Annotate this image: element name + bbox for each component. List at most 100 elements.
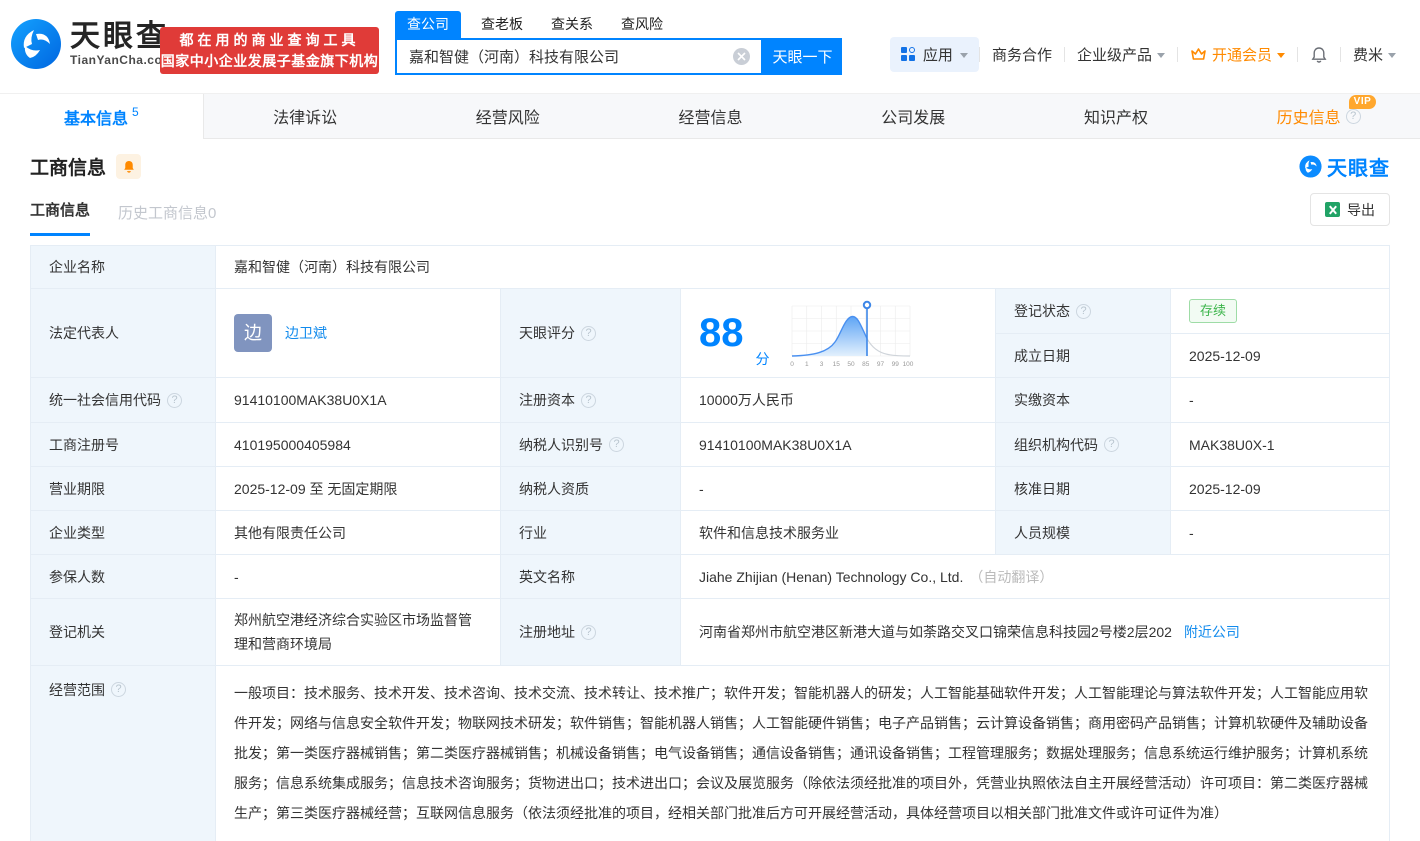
divider (979, 47, 980, 62)
field-value-reg-status: 存续 (1171, 289, 1390, 334)
promo-line2: 国家中小企业发展子基金旗下机构 (160, 51, 379, 71)
field-label-business-scope: 经营范围 (31, 666, 216, 841)
field-value-reg-authority: 郑州航空港经济综合实验区市场监督管理和营商环境局 (216, 599, 501, 666)
field-value-credit-code: 91410100MAK38U0X1A (216, 378, 501, 423)
help-icon[interactable] (1346, 109, 1361, 124)
main-tabbar: 基本信息 5 法律诉讼 经营风险 经营信息 公司发展 知识产权 历史信息 VIP (0, 93, 1420, 139)
brand-name: 天眼查 (70, 21, 173, 53)
svg-text:1: 1 (804, 361, 808, 368)
section-title: 工商信息 (30, 153, 106, 180)
legal-rep-link[interactable]: 边卫斌 (285, 322, 327, 344)
help-icon[interactable] (581, 393, 596, 408)
help-icon[interactable] (1076, 304, 1091, 319)
clear-search-icon[interactable] (733, 48, 750, 65)
crown-icon (1190, 47, 1207, 62)
notification-bell[interactable] (1310, 46, 1328, 64)
field-value-reg-number: 410195000405984 (216, 423, 501, 467)
score-unit: 分 (756, 348, 770, 370)
search-tab-risk[interactable]: 查风险 (621, 11, 663, 38)
tab-label: 公司发展 (881, 104, 945, 128)
tab-company-development[interactable]: 公司发展 (812, 94, 1015, 138)
subtab-history-registration[interactable]: 历史工商信息0 (118, 202, 216, 236)
bell-icon (122, 159, 136, 174)
export-button[interactable]: 导出 (1310, 193, 1390, 226)
field-value-org-code: MAK38U0X-1 (1171, 423, 1390, 467)
help-icon[interactable] (581, 625, 596, 640)
tianyancha-logo[interactable]: 天眼查 TianYanCha.com (10, 18, 173, 70)
field-value-taxpayer-quality: - (681, 467, 996, 511)
search-input[interactable] (397, 48, 733, 65)
field-label-english-name: 英文名称 (501, 555, 681, 599)
field-label-establish-date: 成立日期 (996, 334, 1171, 378)
field-value-paid-capital: - (1171, 378, 1390, 423)
status-badge: 存续 (1189, 299, 1237, 323)
field-value-business-term: 2025-12-09 至 无固定期限 (216, 467, 501, 511)
search-tab-company[interactable]: 查公司 (395, 11, 461, 38)
section-head: 工商信息 天眼查 (30, 152, 1390, 180)
user-menu[interactable]: 费米 (1353, 44, 1396, 65)
apps-menu[interactable]: 应用 (890, 37, 979, 72)
search-tab-boss[interactable]: 查老板 (481, 11, 523, 38)
tab-label: 历史信息 (1277, 104, 1341, 128)
divider (1177, 47, 1178, 62)
tab-business-info[interactable]: 经营信息 (609, 94, 812, 138)
field-label-business-term: 营业期限 (31, 467, 216, 511)
nearby-companies-link[interactable]: 附近公司 (1184, 621, 1240, 643)
export-label: 导出 (1347, 200, 1375, 220)
help-icon[interactable] (167, 393, 182, 408)
field-value-insured-count: - (216, 555, 501, 599)
field-value-reg-capital: 10000万人民币 (681, 378, 996, 423)
help-icon[interactable] (1104, 437, 1119, 452)
help-icon[interactable] (111, 682, 126, 697)
subtab-row: 工商信息 历史工商信息0 导出 (30, 190, 1390, 236)
field-label-approval-date: 核准日期 (996, 467, 1171, 511)
nav-vip[interactable]: 开通会员 (1190, 44, 1285, 65)
field-label-company-type: 企业类型 (31, 511, 216, 555)
tab-label: 经营信息 (679, 104, 743, 128)
field-value-business-scope: 一般项目：技术服务、技术开发、技术咨询、技术交流、技术转让、技术推广；软件开发；… (216, 666, 1390, 841)
field-value-legal-rep: 边 边卫斌 (216, 289, 501, 378)
svg-text:100: 100 (902, 361, 913, 368)
field-label-org-code: 组织机构代码 (996, 423, 1171, 467)
excel-icon (1325, 202, 1340, 217)
tab-label: 法律诉讼 (273, 104, 337, 128)
divider (1340, 47, 1341, 62)
svg-text:85: 85 (862, 361, 870, 368)
search-input-wrap (395, 38, 763, 75)
tab-operating-risk[interactable]: 经营风险 (406, 94, 609, 138)
nav-enterprise[interactable]: 企业级产品 (1077, 44, 1165, 65)
tab-history[interactable]: 历史信息 VIP (1217, 94, 1420, 138)
field-label-insured-count: 参保人数 (31, 555, 216, 599)
watermark-logo: 天眼查 (1299, 152, 1390, 181)
help-icon[interactable] (581, 326, 596, 341)
help-icon[interactable] (609, 437, 624, 452)
promo-banner: 都在用的商业查询工具 国家中小企业发展子基金旗下机构 (160, 27, 379, 74)
subtab-current-registration[interactable]: 工商信息 (30, 199, 90, 236)
field-value-reg-address: 河南省郑州市航空港区新港大道与如荼路交叉口锦荣信息科技园2号楼2层202 附近公… (681, 599, 1390, 666)
divider (1064, 47, 1065, 62)
field-value-establish-date: 2025-12-09 (1171, 334, 1390, 378)
search-button[interactable]: 天眼一下 (763, 38, 842, 75)
nav-vip-label: 开通会员 (1212, 44, 1272, 65)
field-label-credit-code: 统一社会信用代码 (31, 378, 216, 423)
apps-grid-icon (901, 47, 916, 62)
field-value-approval-date: 2025-12-09 (1171, 467, 1390, 511)
svg-text:97: 97 (876, 361, 884, 368)
field-label-reg-address: 注册地址 (501, 599, 681, 666)
nav-cooperation[interactable]: 商务合作 (992, 44, 1052, 65)
tianyancha-logo-icon (1299, 155, 1322, 178)
svg-text:99: 99 (891, 361, 899, 368)
tab-basic-info[interactable]: 基本信息 5 (0, 94, 204, 139)
field-label-reg-status: 登记状态 (996, 289, 1171, 334)
legal-rep-avatar[interactable]: 边 (234, 314, 272, 352)
score-value: 88 (699, 313, 744, 353)
search-tab-relation[interactable]: 查关系 (551, 11, 593, 38)
field-value-company-name: 嘉和智健（河南）科技有限公司 (216, 246, 1390, 289)
tab-label: 经营风险 (476, 104, 540, 128)
field-label-reg-capital: 注册资本 (501, 378, 681, 423)
subscribe-bell-button[interactable] (116, 154, 141, 179)
tab-intellectual-property[interactable]: 知识产权 (1015, 94, 1218, 138)
tab-legal[interactable]: 法律诉讼 (204, 94, 407, 138)
field-label-staff-size: 人员规模 (996, 511, 1171, 555)
apps-label: 应用 (923, 44, 953, 65)
